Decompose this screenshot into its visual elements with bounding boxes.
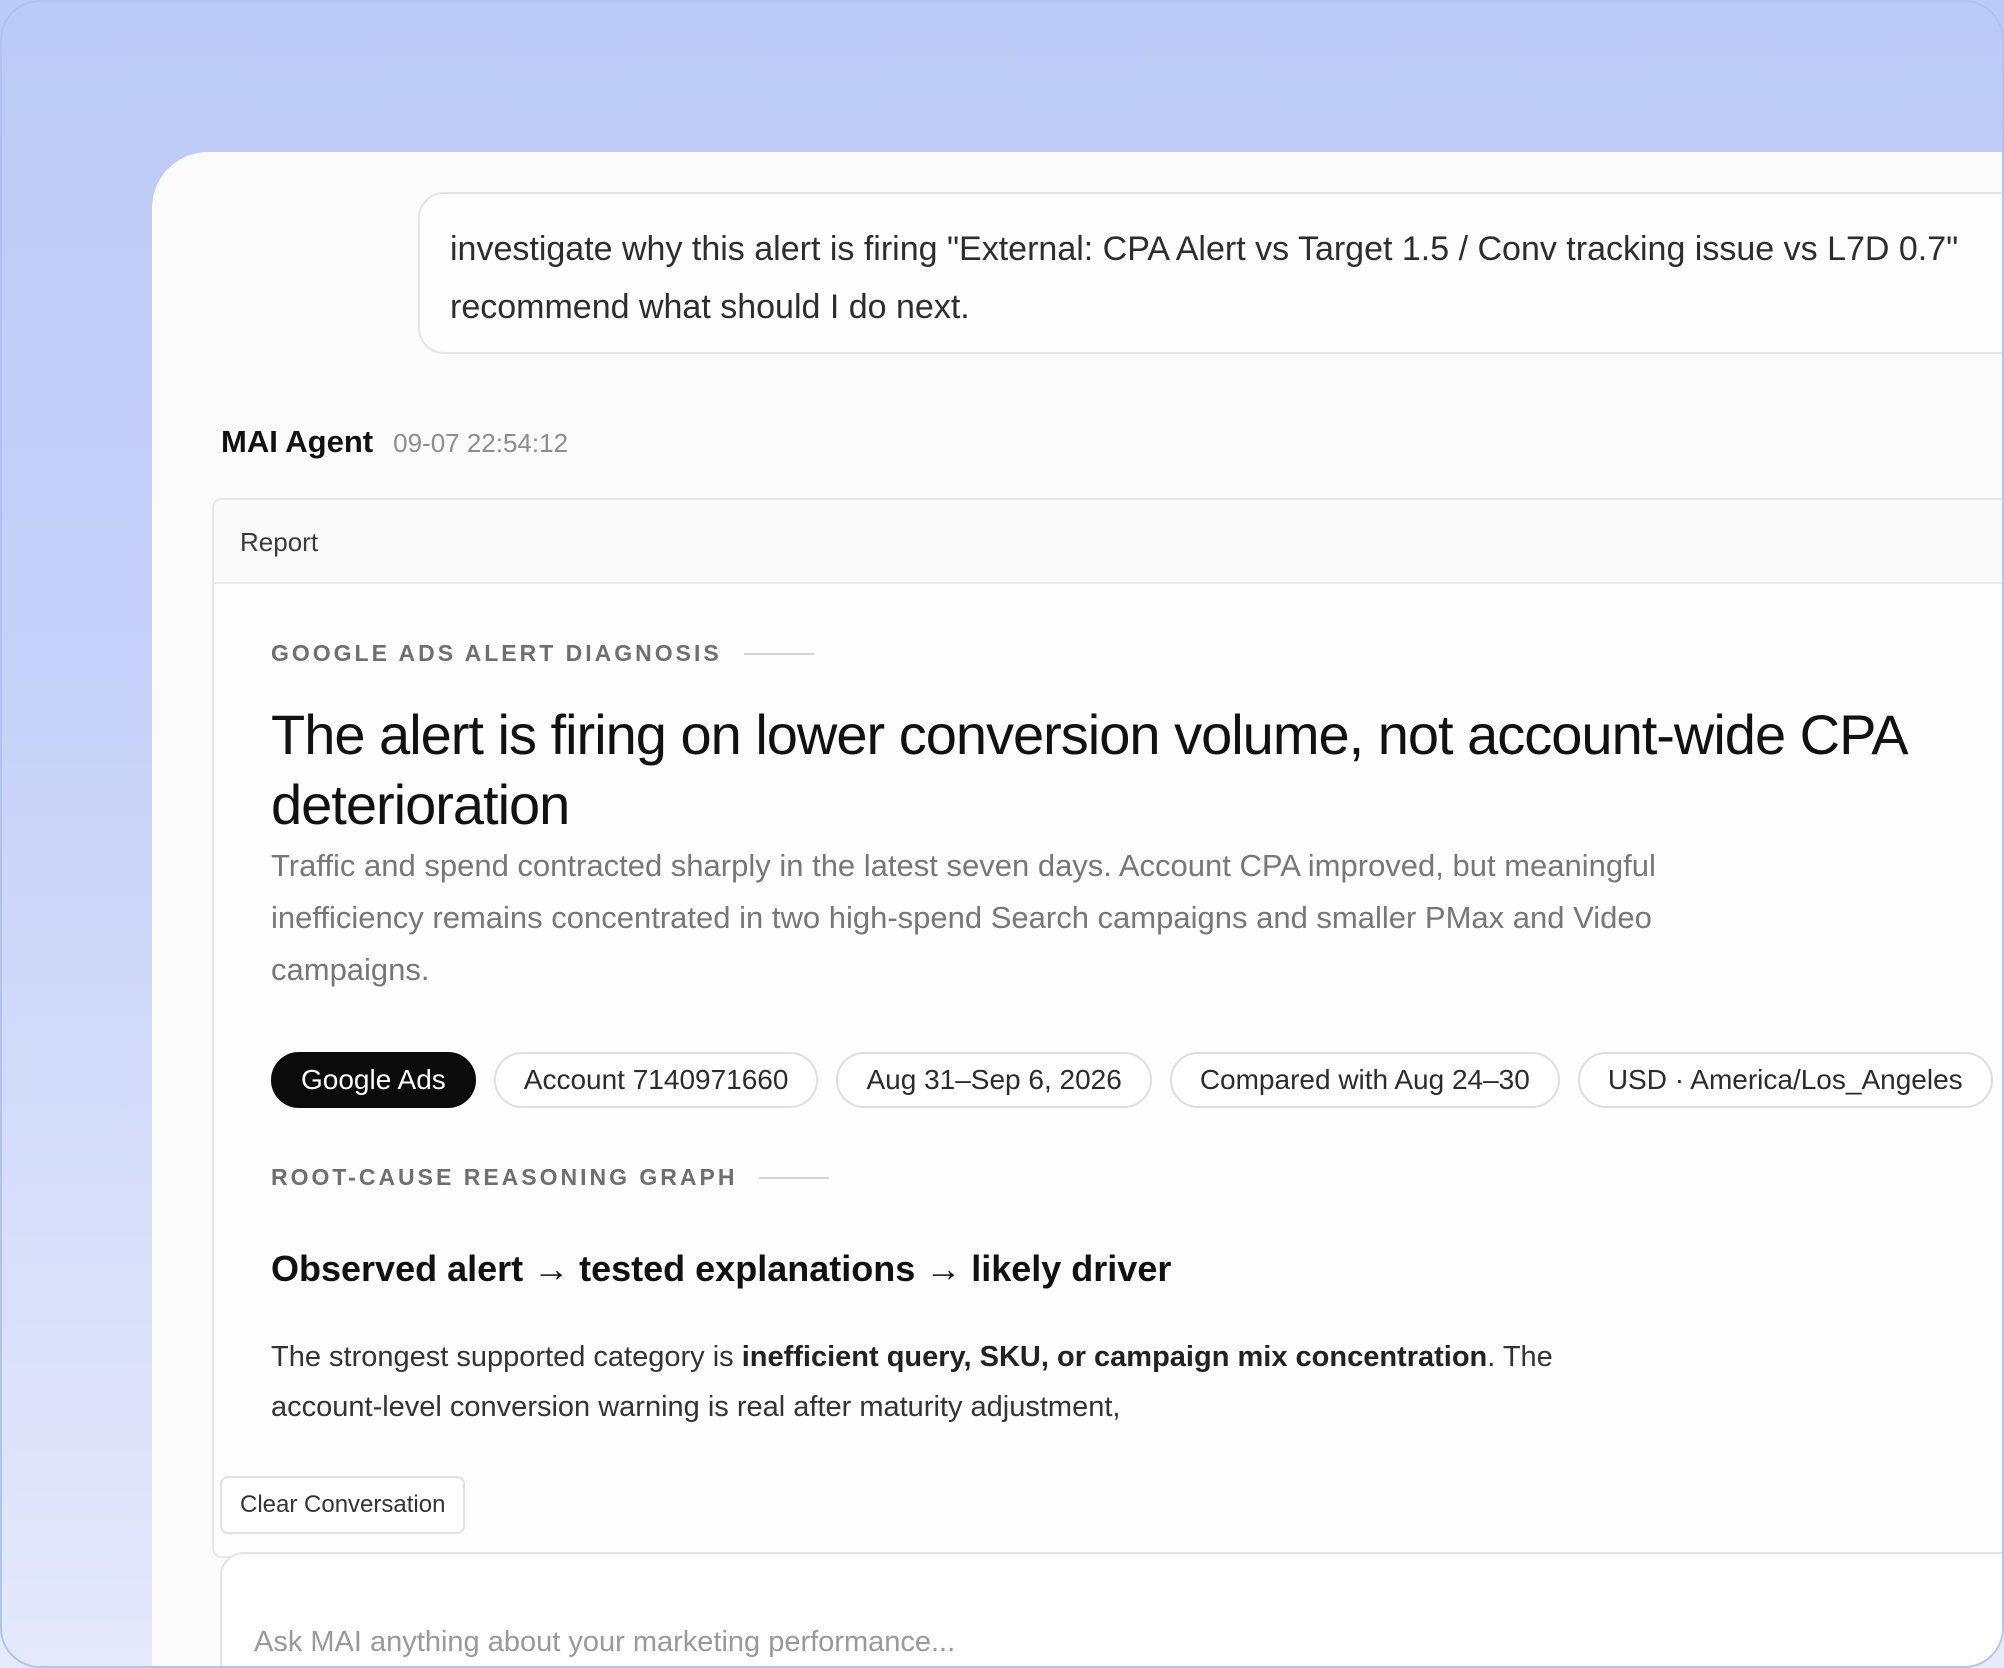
report-subtext: Traffic and spend contracted sharply in … — [271, 848, 1656, 987]
body-intro: The strongest supported category is — [271, 1341, 742, 1373]
body-bold: inefficient query, SKU, or campaign mix … — [741, 1341, 1488, 1373]
report-card: Report GOOGLE ADS ALERT DIAGNOSIS The al… — [212, 498, 2002, 1558]
chat-window: investigate why this alert is firing "Ex… — [152, 152, 2002, 1666]
app-frame: investigate why this alert is firing "Ex… — [0, 0, 2004, 1668]
report-body: The strongest supported category is inef… — [271, 1332, 1671, 1432]
chip-currency-timezone[interactable]: USD · America/Los_Angeles — [1577, 1052, 1993, 1108]
eyebrow-rule — [743, 652, 814, 655]
chip-platform[interactable]: Google Ads — [271, 1052, 476, 1108]
graph-eyebrow: ROOT-CAUSE REASONING GRAPH — [271, 1164, 830, 1191]
chip-date-range[interactable]: Aug 31–Sep 6, 2026 — [836, 1052, 1152, 1108]
graph-eyebrow-rule — [759, 1176, 830, 1179]
chip-account[interactable]: Account 7140971660 — [493, 1052, 819, 1108]
diagnosis-eyebrow-text: GOOGLE ADS ALERT DIAGNOSIS — [271, 640, 722, 666]
diagnosis-eyebrow: GOOGLE ADS ALERT DIAGNOSIS — [271, 640, 814, 667]
agent-name: MAI Agent — [221, 424, 374, 459]
graph-eyebrow-text: ROOT-CAUSE REASONING GRAPH — [271, 1164, 738, 1190]
chip-comparison[interactable]: Compared with Aug 24–30 — [1169, 1052, 1560, 1108]
report-header: Report — [214, 500, 2002, 584]
agent-header: MAI Agent 09-07 22:54:12 — [221, 424, 568, 460]
ask-input[interactable] — [220, 1552, 2002, 1666]
report-headline: The alert is firing on lower conversion … — [271, 703, 1906, 836]
clear-conversation-button[interactable]: Clear Conversation — [220, 1476, 466, 1534]
context-chips: Google Ads Account 7140971660 Aug 31–Sep… — [271, 1052, 1993, 1108]
graph-title: Observed alert → tested explanations → l… — [271, 1248, 1172, 1289]
user-message-bubble: investigate why this alert is firing "Ex… — [418, 192, 2002, 354]
agent-timestamp: 09-07 22:54:12 — [393, 428, 569, 458]
